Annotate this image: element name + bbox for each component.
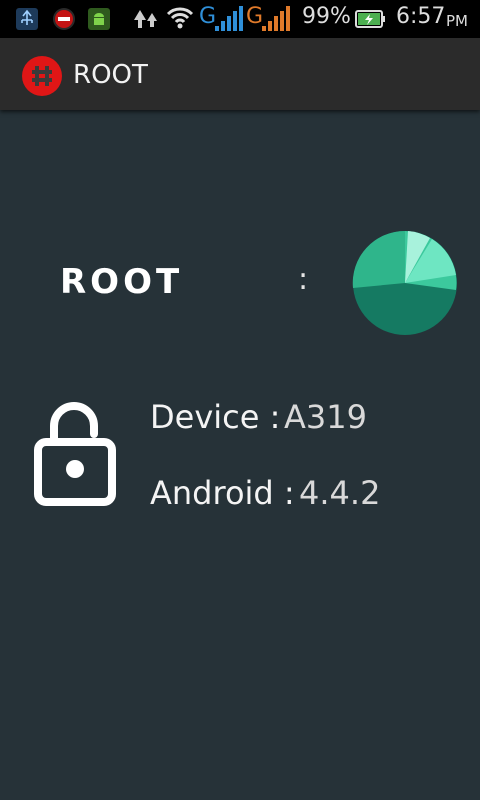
- trees-icon: [132, 8, 160, 30]
- status-bar: G G 99% 6:57 PM: [0, 0, 480, 38]
- usb-icon: [16, 8, 38, 30]
- wifi-icon: [166, 6, 194, 30]
- clock-ampm: PM: [446, 12, 468, 30]
- app-bar: ROOT: [0, 38, 480, 110]
- separator: :: [298, 262, 309, 297]
- battery-percent: 99%: [302, 4, 351, 29]
- signal-icon: [262, 4, 292, 32]
- notification-icon: [53, 8, 75, 30]
- network-type-2: G: [246, 4, 264, 29]
- teal-radial-indicator: [352, 230, 458, 336]
- hash-app-icon[interactable]: [22, 56, 62, 96]
- signal-icon: [215, 4, 245, 32]
- root-logo: ROOT: [58, 262, 232, 302]
- battery-charging-icon: [355, 9, 387, 29]
- android-value: 4.4.2: [299, 474, 381, 512]
- android-icon: [88, 8, 110, 30]
- android-label: Android :: [150, 474, 295, 512]
- device-label: Device :: [150, 398, 281, 436]
- app-title: ROOT: [73, 60, 148, 90]
- network-type-1: G: [199, 4, 217, 29]
- unlock-icon: [34, 398, 116, 506]
- clock: 6:57: [396, 4, 446, 29]
- device-value: A319: [284, 398, 367, 436]
- root-logo-text: ROOT: [60, 262, 183, 302]
